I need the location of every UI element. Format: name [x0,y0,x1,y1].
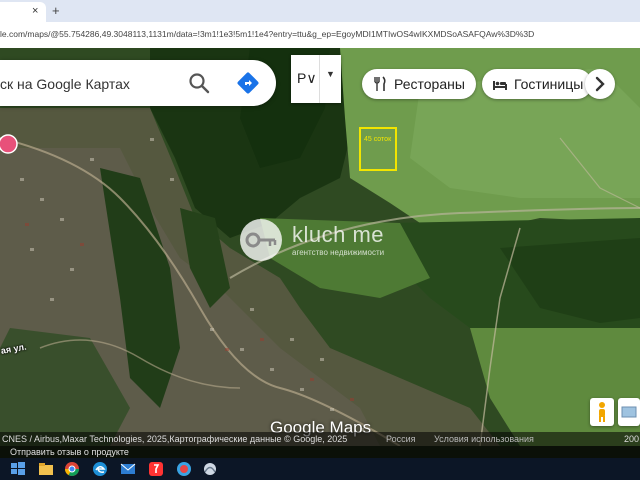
layer-divider [319,55,320,103]
start-icon[interactable] [10,461,26,477]
feedback-bar: Отправить отзыв о продукте [0,446,640,458]
yandex-icon[interactable] [148,461,164,477]
scale-label: 200 [624,434,640,444]
map-layer-control[interactable]: Р∨ ▼ [291,55,341,103]
taskbar [0,458,640,480]
antivirus-icon[interactable] [176,461,192,477]
chip-hotels[interactable]: Гостиницы [482,69,592,99]
hotel-pin-icon [0,134,18,154]
restaurant-icon [374,76,386,91]
edge-icon[interactable] [92,461,108,477]
country-label: Россия [386,434,416,444]
watermark-name: kluch me [292,222,385,247]
chevron-down-icon[interactable]: ▼ [326,69,335,79]
tab-close-icon[interactable]: × [32,5,38,17]
tab-strip: × + [0,0,640,22]
layer-thumbnail-icon [621,406,637,418]
street-view-pegman-button[interactable] [590,398,614,426]
terms-link[interactable]: Условия использования [434,434,534,444]
feedback-link[interactable]: Отправить отзыв о продукте [10,447,129,457]
address-bar[interactable]: le.com/maps/@55.754286,49.3048113,1131m/… [0,22,640,49]
chevron-right-icon [595,76,605,92]
chip-label: Гостиницы [514,76,584,92]
directions-icon[interactable] [236,71,260,95]
imagery-attribution: CNES / Airbus,Maxar Technologies, 2025,К… [2,434,348,444]
new-tab-button[interactable]: + [52,3,60,18]
chip-label: Рестораны [394,76,465,92]
chip-restaurants[interactable]: Рестораны [362,69,476,99]
plot-area-label: 45 соток [364,136,392,143]
mail-icon[interactable] [120,461,136,477]
search-input[interactable]: ск на Google Картах [0,76,130,92]
hotel-icon [493,81,507,90]
layer-label[interactable]: Р∨ [297,70,317,87]
network-icon[interactable] [202,461,218,477]
attribution-bar: CNES / Airbus,Maxar Technologies, 2025,К… [0,432,640,446]
watermark-subtitle: агентство недвижимости [292,248,385,257]
chips-next-button[interactable] [585,69,615,99]
search-icon[interactable] [188,72,210,94]
chrome-icon[interactable] [64,461,80,477]
pegman-icon [599,402,605,422]
map-layer-thumbnail-button[interactable] [618,398,640,426]
file-explorer-icon[interactable] [38,461,54,477]
browser-tab[interactable]: × [0,2,46,22]
url-text[interactable]: le.com/maps/@55.754286,49.3048113,1131m/… [0,29,534,39]
search-box[interactable]: ск на Google Картах [0,60,276,106]
